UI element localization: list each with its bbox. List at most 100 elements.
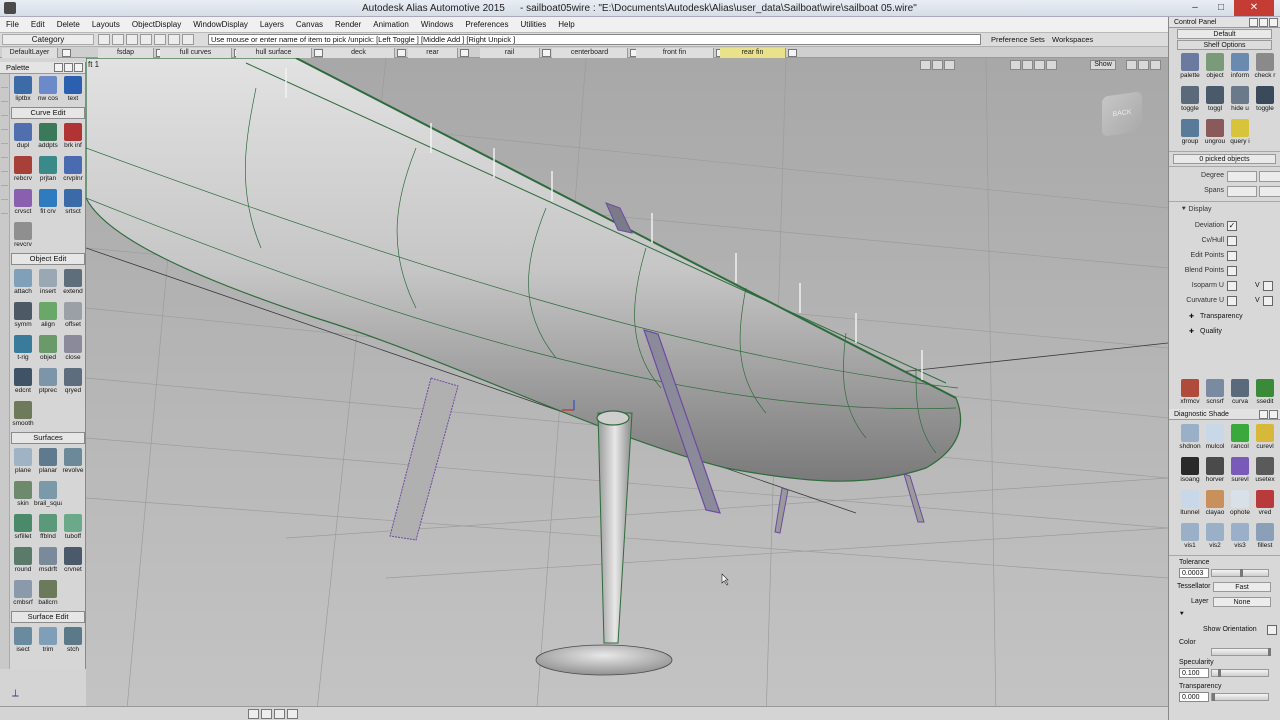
- transparency-field[interactable]: 0.000: [1179, 692, 1209, 702]
- dupl-tool[interactable]: dupl: [11, 121, 35, 152]
- crvnet-tool[interactable]: crvnet: [61, 545, 85, 576]
- ophote-tool[interactable]: ophote: [1228, 488, 1252, 520]
- menu-canvas[interactable]: Canvas: [296, 17, 323, 32]
- crvplnr-tool[interactable]: crvplnr: [61, 154, 85, 185]
- group-tool[interactable]: group: [1178, 117, 1202, 149]
- collapse-row[interactable]: ⯆: [1169, 610, 1280, 622]
- display-checkbox[interactable]: ✓: [1227, 221, 1237, 231]
- layer-tab-hull-surface[interactable]: hull surface: [236, 48, 312, 58]
- palette-section-curve-edit[interactable]: Curve Edit: [11, 107, 85, 119]
- curva-tool[interactable]: curva: [1228, 377, 1252, 409]
- viewcube-icon[interactable]: BACK: [1102, 91, 1142, 137]
- srtsct-tool[interactable]: srtsct: [61, 187, 85, 218]
- tessellator-dropdown[interactable]: Fast: [1213, 582, 1271, 592]
- ltunnel-tool[interactable]: ltunnel: [1178, 488, 1202, 520]
- maximize-button[interactable]: □: [1208, 0, 1234, 16]
- bottom-option-icon[interactable]: [248, 709, 259, 719]
- cmbsrf-tool[interactable]: cmbsrf: [11, 578, 35, 609]
- degree-field[interactable]: [1227, 171, 1257, 182]
- trig-tool[interactable]: t-rig: [11, 333, 35, 364]
- insert-tool[interactable]: insert: [36, 267, 60, 298]
- vred-tool[interactable]: vred: [1253, 488, 1277, 520]
- layer-tab-rail[interactable]: rail: [480, 48, 540, 58]
- mulcol-tool[interactable]: mulcol: [1203, 422, 1227, 454]
- menu-windowdisplay[interactable]: WindowDisplay: [193, 17, 248, 32]
- cp-close-icon[interactable]: [1259, 18, 1268, 27]
- cp-expand-icon[interactable]: [1269, 18, 1278, 27]
- clayao-tool[interactable]: clayao: [1203, 488, 1227, 520]
- rebcrv-tool[interactable]: rebcrv: [11, 154, 35, 185]
- srfillet-tool[interactable]: srfillet: [11, 512, 35, 543]
- vis2-tool[interactable]: vis2: [1203, 521, 1227, 553]
- attach-tool[interactable]: attach: [11, 267, 35, 298]
- layer-visibility-box[interactable]: [788, 49, 797, 57]
- bottom-close-icon[interactable]: [287, 709, 298, 719]
- toggl-tool[interactable]: toggl: [1203, 84, 1227, 116]
- hide-tool[interactable]: hide u: [1228, 84, 1252, 116]
- perspective-viewport[interactable]: ft 1 Show BACK: [86, 58, 1168, 720]
- pick-tool-icon[interactable]: [154, 34, 166, 45]
- brail-square-tool[interactable]: brail_square: [34, 479, 62, 510]
- viewport-menu-icon[interactable]: [1150, 60, 1161, 70]
- display-section-header[interactable]: ⯆ Display: [1169, 204, 1280, 219]
- palette-section-surface-edit[interactable]: Surface Edit: [11, 611, 85, 623]
- revcrv-tool[interactable]: revcrv: [11, 220, 35, 251]
- spans-field-v[interactable]: [1259, 186, 1280, 197]
- default-dropdown[interactable]: Default: [1177, 29, 1272, 39]
- display-checkbox[interactable]: [1227, 266, 1237, 276]
- pick-object-icon[interactable]: [98, 34, 110, 45]
- inform-tool[interactable]: inform: [1228, 51, 1252, 83]
- object-tool[interactable]: object: [1203, 51, 1227, 83]
- ffblnd-tool[interactable]: ffblnd: [36, 512, 60, 543]
- round-tool[interactable]: round: [11, 545, 35, 576]
- keel-bulb[interactable]: [535, 644, 673, 676]
- trim-tool[interactable]: trim: [36, 625, 60, 656]
- extend-tool[interactable]: extend: [61, 267, 85, 298]
- fitcrv-tool[interactable]: fit crv: [36, 187, 60, 218]
- isoang-tool[interactable]: isoang: [1178, 455, 1202, 487]
- tolerance-slider[interactable]: [1211, 569, 1269, 577]
- skin-tool[interactable]: skin: [11, 479, 35, 510]
- addpts-tool[interactable]: addpts: [36, 121, 60, 152]
- cp-option-icon[interactable]: [1249, 18, 1258, 27]
- toggle2-tool[interactable]: toggle: [1253, 84, 1277, 116]
- plane-tool[interactable]: plane: [11, 446, 35, 477]
- align-tool[interactable]: align: [36, 300, 60, 331]
- check-tool[interactable]: check r: [1253, 51, 1277, 83]
- display-checkbox[interactable]: [1227, 236, 1237, 246]
- nw-cos-tool[interactable]: nw cos: [36, 74, 60, 105]
- qryed-tool[interactable]: qryed: [61, 366, 85, 397]
- menu-render[interactable]: Render: [335, 17, 361, 32]
- query-tool[interactable]: query i: [1228, 117, 1252, 149]
- minimize-button[interactable]: –: [1182, 0, 1208, 16]
- isect-tool[interactable]: isect: [11, 625, 35, 656]
- tolerance-field[interactable]: 0.0003: [1179, 568, 1209, 578]
- palette-section-surfaces[interactable]: Surfaces: [11, 432, 85, 444]
- prjtan-tool[interactable]: prjtan: [36, 154, 60, 185]
- menu-animation[interactable]: Animation: [373, 17, 409, 32]
- surevl-tool[interactable]: surevl: [1228, 455, 1252, 487]
- msdrft-tool[interactable]: msdrft: [36, 545, 60, 576]
- layer-tab-full-curves[interactable]: full curves: [160, 48, 232, 58]
- display-v-checkbox[interactable]: [1263, 281, 1273, 291]
- menu-layers[interactable]: Layers: [260, 17, 284, 32]
- default-layer-tab[interactable]: DefaultLayer: [2, 48, 58, 58]
- diag-close-icon[interactable]: [1269, 410, 1278, 419]
- viewport-fit-icon[interactable]: [944, 60, 955, 70]
- toggle-tool[interactable]: toggle: [1178, 84, 1202, 116]
- usetex-tool[interactable]: usetex: [1253, 455, 1277, 487]
- bottom-grid-icon[interactable]: [261, 709, 272, 719]
- color-slider[interactable]: [1211, 648, 1271, 656]
- layer-visibility-box[interactable]: [62, 49, 71, 57]
- layer-tab-front-fin[interactable]: front fin: [636, 48, 714, 58]
- ungroup-tool[interactable]: ungrou: [1203, 117, 1227, 149]
- layer-visibility-box[interactable]: [397, 49, 406, 57]
- ptprec-tool[interactable]: ptprec: [36, 366, 60, 397]
- preference-sets-button[interactable]: Preference Sets: [988, 34, 1048, 45]
- viewport-canvas[interactable]: [86, 58, 1168, 720]
- edcnt-tool[interactable]: edcnt: [11, 366, 35, 397]
- transparency-slider[interactable]: [1211, 693, 1269, 701]
- transparency-subsection[interactable]: Transparency: [1169, 309, 1280, 324]
- specularity-slider[interactable]: [1211, 669, 1269, 677]
- tuboff-tool[interactable]: tuboff: [61, 512, 85, 543]
